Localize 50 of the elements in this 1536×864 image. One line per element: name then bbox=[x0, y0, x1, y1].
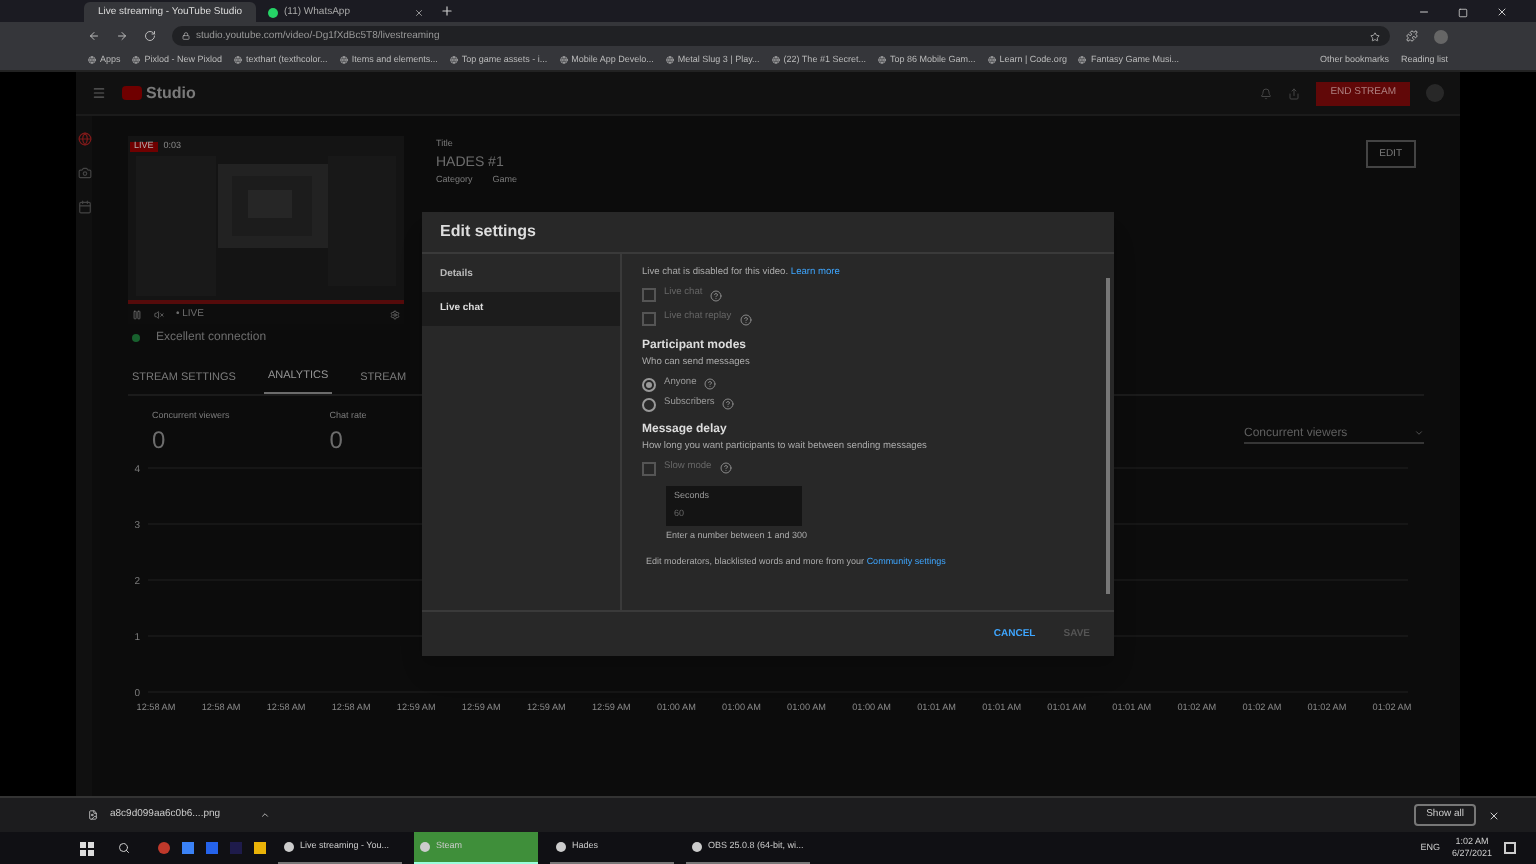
minimize-icon[interactable] bbox=[1418, 6, 1430, 18]
globe-icon bbox=[449, 56, 458, 64]
help-icon bbox=[739, 313, 752, 326]
logo-icon bbox=[122, 86, 142, 100]
bell-icon[interactable] bbox=[1260, 87, 1273, 99]
stat-value: 0 bbox=[329, 427, 345, 451]
settings-icon[interactable] bbox=[390, 309, 400, 319]
studio-logo: Studio bbox=[146, 85, 196, 101]
help-icon bbox=[722, 398, 735, 411]
lock-icon bbox=[182, 32, 190, 40]
new-tab-icon[interactable] bbox=[440, 4, 454, 18]
radio-button[interactable] bbox=[642, 397, 656, 412]
star-icon[interactable] bbox=[1370, 31, 1380, 41]
start-icon[interactable] bbox=[80, 841, 94, 855]
globe-icon bbox=[88, 56, 96, 64]
globe-icon bbox=[987, 56, 996, 64]
mute-icon[interactable] bbox=[154, 309, 164, 319]
close-icon[interactable] bbox=[1496, 6, 1508, 18]
help-icon bbox=[704, 378, 717, 391]
camera-icon[interactable] bbox=[77, 166, 91, 180]
globe-icon bbox=[665, 56, 674, 64]
caret-icon bbox=[1414, 428, 1424, 438]
back-icon[interactable] bbox=[88, 30, 100, 42]
stat-value: 0 bbox=[152, 427, 168, 451]
caret-icon[interactable] bbox=[260, 810, 271, 820]
extensions-icon[interactable] bbox=[1406, 30, 1418, 42]
globe-icon bbox=[339, 56, 348, 64]
help-icon bbox=[710, 289, 723, 302]
reload-icon[interactable] bbox=[144, 30, 156, 42]
share-icon[interactable] bbox=[1288, 87, 1301, 99]
globe-icon bbox=[877, 56, 886, 64]
pause-icon[interactable] bbox=[132, 309, 142, 319]
scrollbar[interactable] bbox=[1106, 278, 1110, 594]
dialog-title: Edit settings bbox=[440, 224, 537, 240]
help-icon bbox=[719, 462, 732, 475]
profile-avatar[interactable] bbox=[1434, 29, 1448, 43]
tab-favicon bbox=[268, 7, 278, 17]
globe-icon bbox=[234, 56, 243, 64]
search-icon[interactable] bbox=[118, 842, 130, 854]
menu-icon[interactable] bbox=[92, 86, 106, 100]
radio-button[interactable] bbox=[642, 377, 656, 392]
globe-icon bbox=[132, 56, 141, 64]
close-icon[interactable] bbox=[1488, 809, 1500, 821]
forward-icon[interactable] bbox=[116, 30, 128, 42]
file-icon bbox=[88, 810, 98, 820]
globe-icon bbox=[1078, 56, 1087, 64]
maximize-icon[interactable] bbox=[1458, 7, 1468, 17]
globe-icon bbox=[771, 56, 780, 64]
calendar-icon[interactable] bbox=[77, 200, 91, 214]
globe-icon bbox=[559, 56, 568, 64]
